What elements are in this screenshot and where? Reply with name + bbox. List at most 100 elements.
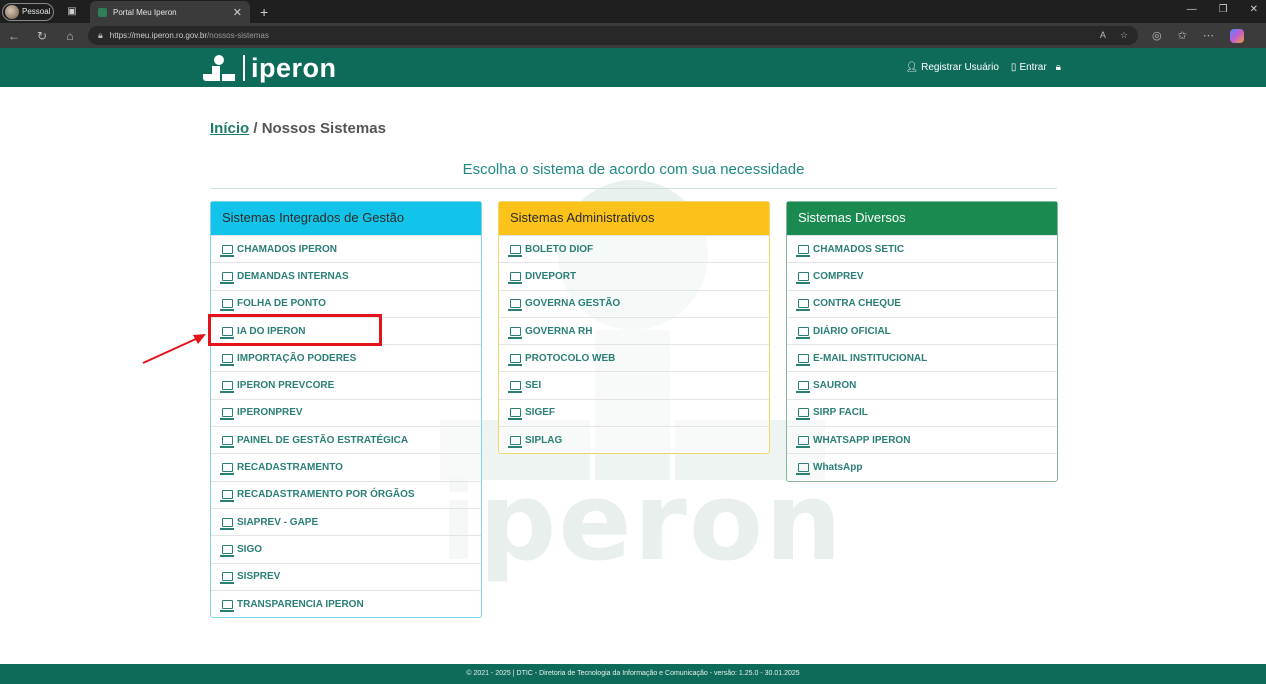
- system-label: BOLETO DIOF: [525, 243, 594, 255]
- panel-diverse-systems: Sistemas Diversos CHAMADOS SETIC COMPREV…: [786, 201, 1058, 482]
- system-link[interactable]: PAINEL DE GESTÃO ESTRATÉGICA: [211, 426, 481, 453]
- system-link[interactable]: SEI: [499, 371, 769, 398]
- laptop-icon: [508, 299, 522, 312]
- laptop-icon: [220, 599, 234, 612]
- laptop-icon: [220, 490, 234, 503]
- system-label: SIAPREV - GAPE: [237, 516, 319, 528]
- profile-button[interactable]: Pessoal: [2, 2, 54, 21]
- system-label: GOVERNA GESTÃO: [525, 298, 621, 310]
- system-link[interactable]: IMPORTAÇÃO PODERES: [211, 344, 481, 371]
- system-link[interactable]: WhatsApp: [787, 453, 1057, 480]
- system-link[interactable]: RECADASTRAMENTO POR ÓRGÃOS: [211, 480, 481, 508]
- system-link[interactable]: SIGEF: [499, 398, 769, 426]
- system-label: COMPREV: [813, 270, 864, 282]
- back-icon[interactable]: ←: [0, 29, 28, 43]
- system-link[interactable]: IPERON PREVCORE: [211, 371, 481, 398]
- system-label: GOVERNA RH: [525, 325, 593, 337]
- logo-mark-icon: [203, 55, 237, 81]
- system-link[interactable]: GOVERNA GESTÃO: [499, 289, 769, 317]
- system-link[interactable]: BOLETO DIOF: [499, 235, 769, 262]
- tab-close-icon[interactable]: ✕: [233, 6, 242, 19]
- system-link[interactable]: SIRP FACIL: [787, 398, 1057, 426]
- system-link[interactable]: SISPREV: [211, 562, 481, 590]
- read-aloud-icon[interactable]: A: [1100, 30, 1106, 41]
- laptop-icon: [796, 299, 810, 312]
- system-link[interactable]: GOVERNA RH: [499, 316, 769, 344]
- new-tab-icon[interactable]: +: [260, 4, 268, 20]
- extensions-icon[interactable]: ◎: [1152, 29, 1162, 43]
- breadcrumb-current: Nossos Sistemas: [261, 120, 386, 137]
- system-label: SIPLAG: [525, 434, 563, 446]
- login-link[interactable]: ▯ Entrar 🔒︎: [1011, 62, 1061, 73]
- system-label: SIRP FACIL: [813, 407, 868, 419]
- laptop-icon: [796, 408, 810, 421]
- breadcrumb: Início / Nossos Sistemas: [210, 120, 386, 137]
- panel-administrative-systems: Sistemas Administrativos BOLETO DIOF DIV…: [498, 201, 770, 455]
- system-label: E-MAIL INSTITUCIONAL: [813, 352, 928, 364]
- panel-title: Sistemas Administrativos: [499, 202, 769, 235]
- system-link[interactable]: DIVEPORT: [499, 262, 769, 289]
- home-icon[interactable]: ⌂: [56, 29, 84, 43]
- system-link[interactable]: CONTRA CHEQUE: [787, 289, 1057, 317]
- workspaces-icon[interactable]: ▣: [66, 6, 78, 18]
- more-menu-icon[interactable]: ⋯: [1203, 29, 1214, 43]
- system-link[interactable]: SIGO: [211, 535, 481, 562]
- system-label: SAURON: [813, 380, 857, 392]
- system-label: CHAMADOS SETIC: [813, 243, 905, 255]
- system-label: PAINEL DE GESTÃO ESTRATÉGICA: [237, 434, 409, 446]
- restore-icon[interactable]: ❐: [1219, 4, 1228, 15]
- laptop-icon: [220, 544, 234, 557]
- minimize-icon[interactable]: —: [1187, 4, 1197, 15]
- system-label: FOLHA DE PONTO: [237, 298, 326, 310]
- laptop-icon: [796, 435, 810, 448]
- register-user-link[interactable]: 👤︎ Registrar Usuário: [905, 62, 999, 73]
- system-label: CONTRA CHEQUE: [813, 298, 901, 310]
- lock-icon: 🔒︎: [1055, 62, 1061, 73]
- system-link[interactable]: IPERONPREV: [211, 398, 481, 426]
- iperon-logo[interactable]: iperon: [203, 55, 337, 82]
- system-link[interactable]: DIÁRIO OFICIAL: [787, 316, 1057, 344]
- system-link[interactable]: COMPREV: [787, 262, 1057, 289]
- copilot-icon[interactable]: [1229, 28, 1244, 43]
- laptop-icon: [796, 381, 810, 394]
- panel-integrated-systems: Sistemas Integrados de Gestão CHAMADOS I…: [210, 201, 482, 619]
- breadcrumb-separator: /: [253, 120, 258, 137]
- laptop-icon: [220, 271, 234, 284]
- url-path: /nossos-sistemas: [207, 31, 269, 40]
- favorites-icon[interactable]: ✩: [1178, 29, 1187, 43]
- browser-tab[interactable]: Portal Meu Iperon ✕: [90, 1, 250, 24]
- profile-label: Pessoal: [22, 7, 51, 16]
- breadcrumb-home-link[interactable]: Início: [210, 120, 249, 137]
- system-label: IPERONPREV: [237, 407, 303, 419]
- laptop-icon: [508, 408, 522, 421]
- system-link[interactable]: WHATSAPP IPERON: [787, 426, 1057, 453]
- favorite-star-icon[interactable]: ☆: [1120, 30, 1128, 41]
- door-icon: ▯: [1010, 62, 1017, 73]
- register-label: Registrar Usuário: [921, 62, 999, 73]
- system-link[interactable]: E-MAIL INSTITUCIONAL: [787, 344, 1057, 371]
- system-link[interactable]: SIPLAG: [499, 426, 769, 453]
- watermark-text: iperon: [440, 460, 844, 585]
- user-plus-icon: 👤︎: [905, 62, 919, 73]
- system-link[interactable]: CHAMADOS IPERON: [211, 235, 481, 262]
- tab-title: Portal Meu Iperon: [113, 8, 177, 17]
- close-window-icon[interactable]: ✕: [1250, 4, 1258, 15]
- system-link[interactable]: TRANSPARENCIA IPERON: [211, 589, 481, 617]
- system-link[interactable]: FOLHA DE PONTO: [211, 289, 481, 317]
- system-link[interactable]: DEMANDAS INTERNAS: [211, 262, 481, 289]
- annotation-highlight-box: [208, 314, 382, 346]
- system-link[interactable]: PROTOCOLO WEB: [499, 344, 769, 371]
- system-link[interactable]: CHAMADOS SETIC: [787, 235, 1057, 262]
- system-link[interactable]: RECADASTRAMENTO: [211, 453, 481, 480]
- panel-title: Sistemas Diversos: [787, 202, 1057, 235]
- site-info-icon[interactable]: 🔒︎: [98, 30, 103, 41]
- browser-toolbar: ← ↻ ⌂ 🔒︎ https://meu.iperon.ro.gov.br/no…: [0, 23, 1266, 48]
- laptop-icon: [220, 463, 234, 476]
- laptop-icon: [796, 463, 810, 476]
- reload-icon[interactable]: ↻: [28, 29, 56, 43]
- system-link[interactable]: SIAPREV - GAPE: [211, 507, 481, 535]
- address-bar[interactable]: 🔒︎ https://meu.iperon.ro.gov.br/nossos-s…: [88, 26, 1138, 45]
- laptop-icon: [508, 353, 522, 366]
- system-link[interactable]: SAURON: [787, 371, 1057, 398]
- system-label: IPERON PREVCORE: [237, 380, 335, 392]
